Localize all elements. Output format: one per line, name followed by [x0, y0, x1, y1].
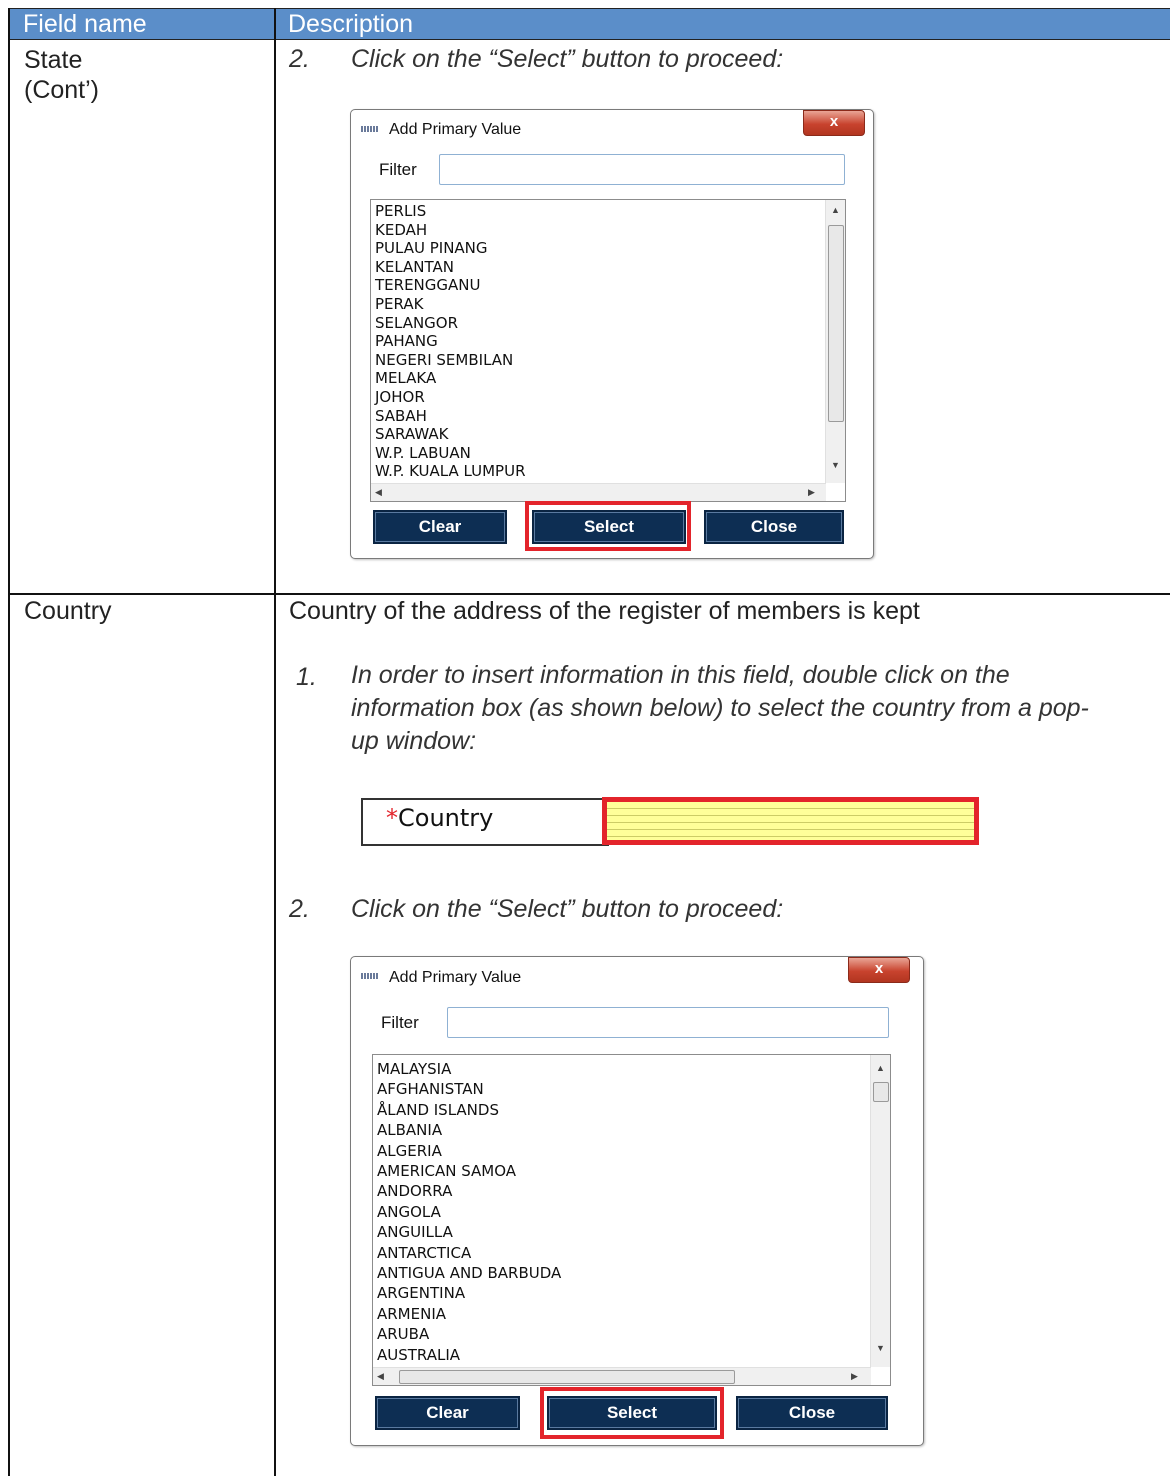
country-step2-text: Click on the “Select” button to proceed: [351, 895, 784, 923]
list-item[interactable]: W.P. LABUAN [375, 444, 526, 463]
dialog-title: Add Primary Value [389, 121, 522, 138]
list-item[interactable]: SARAWAK [375, 425, 526, 444]
list-item[interactable]: ARMENIA [377, 1304, 561, 1324]
required-asterisk: * [386, 804, 398, 832]
scroll-down-arrow-icon[interactable]: ▼ [831, 460, 840, 470]
country-step1-line2: information box (as shown below) to sele… [351, 694, 1089, 722]
vertical-scrollbar[interactable]: ▲ ▼ [825, 200, 845, 483]
scroll-right-arrow-icon[interactable]: ▶ [808, 487, 815, 497]
filter-input[interactable] [447, 1007, 889, 1038]
list-item[interactable]: W.P. KUALA LUMPUR [375, 462, 526, 481]
list-item[interactable]: MELAKA [375, 369, 526, 388]
list-item[interactable]: ANTARCTICA [377, 1243, 561, 1263]
country-field-name: Country [24, 597, 112, 625]
list-item[interactable]: PERLIS [375, 202, 526, 221]
state-dialog: Add Primary Value x Filter PERLIS KEDAH PU… [350, 109, 874, 559]
close-button[interactable]: Close [704, 510, 844, 544]
country-list: MALAYSIA AFGHANISTAN ÅLAND ISLANDS ALBANIA A… [377, 1059, 561, 1365]
scroll-up-arrow-icon[interactable]: ▲ [831, 205, 840, 215]
list-item[interactable]: ALBANIA [377, 1120, 561, 1140]
filter-input[interactable] [439, 154, 845, 185]
country-step1-line3: up window: [351, 727, 477, 755]
clear-button[interactable]: Clear [375, 1396, 520, 1430]
country-input-box[interactable] [602, 797, 979, 845]
list-item[interactable]: ÅLAND ISLANDS [377, 1100, 561, 1120]
list-item[interactable]: AUSTRALIA [377, 1345, 561, 1365]
list-item[interactable]: SABAH [375, 407, 526, 426]
scroll-thumb[interactable] [873, 1082, 889, 1102]
close-button[interactable]: Close [736, 1396, 888, 1430]
list-item[interactable]: ARGENTINA [377, 1283, 561, 1303]
list-item[interactable]: SELANGOR [375, 314, 526, 333]
list-item[interactable]: ARUBA [377, 1324, 561, 1344]
state-list: PERLIS KEDAH PULAU PINANG KELANTAN TERENGGAN… [375, 202, 526, 481]
select-button[interactable]: Select [547, 1396, 717, 1430]
country-step1-line1: In order to insert information in this f… [351, 661, 1010, 689]
list-item[interactable]: ANTIGUA AND BARBUDA [377, 1263, 561, 1283]
list-item[interactable]: ALGERIA [377, 1141, 561, 1161]
filter-label: Filter [381, 1013, 419, 1032]
country-listbox[interactable]: MALAYSIA AFGHANISTAN ÅLAND ISLANDS ALBANIA A… [372, 1054, 891, 1386]
list-item[interactable]: NEGERI SEMBILAN [375, 351, 526, 370]
table-column-divider [274, 8, 276, 1476]
table-left-border [8, 8, 10, 1476]
horizontal-scroll-thumb[interactable] [399, 1370, 735, 1384]
horizontal-scrollbar[interactable]: ◀ ▶ [371, 483, 826, 501]
country-step2-number: 2. [289, 895, 310, 923]
list-item[interactable]: ANGOLA [377, 1202, 561, 1222]
country-field-label: *Country [386, 804, 493, 832]
scroll-thumb[interactable] [828, 225, 844, 422]
dialog-close-x-button[interactable]: x [803, 110, 865, 136]
list-item[interactable]: PAHANG [375, 332, 526, 351]
scroll-right-arrow-icon[interactable]: ▶ [851, 1371, 858, 1381]
vertical-scrollbar[interactable]: ▲ ▼ [870, 1055, 890, 1367]
state-step2-text: Click on the “Select” button to proceed: [351, 45, 784, 73]
horizontal-scrollbar[interactable]: ◀ ▶ [373, 1367, 871, 1385]
app-icon [361, 126, 379, 132]
table-header: Field name Description [8, 8, 1170, 40]
list-item[interactable]: MALAYSIA [377, 1059, 561, 1079]
list-item[interactable]: KELANTAN [375, 258, 526, 277]
header-description: Description [288, 10, 414, 38]
list-item[interactable]: TERENGGANU [375, 276, 526, 295]
scroll-left-arrow-icon[interactable]: ◀ [375, 487, 382, 497]
scroll-left-arrow-icon[interactable]: ◀ [377, 1371, 384, 1381]
app-icon [361, 973, 379, 979]
header-field-name: Field name [23, 10, 147, 38]
list-item[interactable]: PULAU PINANG [375, 239, 526, 258]
state-step2-number: 2. [289, 45, 310, 73]
state-field-name: State [24, 46, 83, 74]
state-field-name-cont: (Cont’) [24, 76, 100, 104]
scroll-down-arrow-icon[interactable]: ▼ [876, 1343, 885, 1353]
country-field-label-text: Country [398, 804, 494, 832]
list-item[interactable]: PERAK [375, 295, 526, 314]
row-divider [8, 593, 1170, 595]
list-item[interactable]: AFGHANISTAN [377, 1079, 561, 1099]
country-step1-number: 1. [296, 663, 317, 691]
country-dialog: Add Primary Value x Filter MALAYSIA AFGHA… [350, 956, 924, 1446]
list-item[interactable]: ANDORRA [377, 1181, 561, 1201]
filter-label: Filter [379, 160, 417, 179]
list-item[interactable]: JOHOR [375, 388, 526, 407]
select-button[interactable]: Select [532, 510, 686, 544]
list-item[interactable]: KEDAH [375, 221, 526, 240]
dialog-close-x-button[interactable]: x [848, 957, 910, 983]
list-item[interactable]: ANGUILLA [377, 1222, 561, 1242]
list-item[interactable]: AMERICAN SAMOA [377, 1161, 561, 1181]
dialog-title: Add Primary Value [389, 969, 522, 986]
scroll-up-arrow-icon[interactable]: ▲ [876, 1063, 885, 1073]
country-description: Country of the address of the register o… [289, 597, 920, 625]
clear-button[interactable]: Clear [373, 510, 507, 544]
state-listbox[interactable]: PERLIS KEDAH PULAU PINANG KELANTAN TERENGGAN… [370, 199, 846, 502]
